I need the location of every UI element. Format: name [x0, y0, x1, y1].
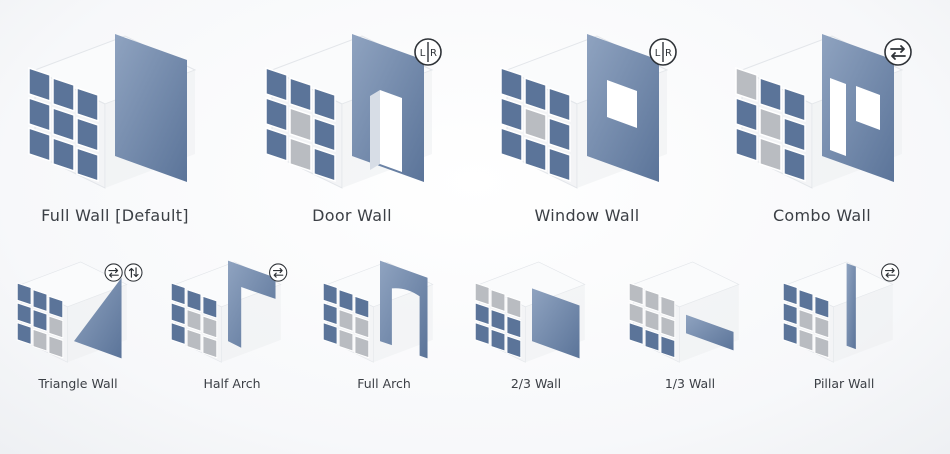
wall-option-pillar-wall[interactable]: Pillar Wall: [774, 258, 914, 398]
door-side-toggle[interactable]: LR: [649, 38, 677, 66]
wall-option-full-wall[interactable]: Full Wall [Default]: [15, 30, 215, 235]
wall-option-label: Triangle Wall: [38, 376, 118, 391]
swap-horizontal-icon[interactable]: [881, 263, 900, 282]
svg-text:R: R: [430, 48, 437, 59]
svg-text:L: L: [420, 48, 426, 59]
full-arch-icon: [322, 260, 434, 363]
wall-option-label: Combo Wall: [772, 206, 872, 225]
wall-option-triangle-wall[interactable]: Triangle Wall: [8, 258, 148, 398]
door-leaf: [370, 90, 380, 170]
wall-option-label: 1/3 Wall: [664, 376, 716, 391]
full-wall-icon: [28, 34, 197, 189]
wall-option-label: Full Wall [Default]: [41, 206, 189, 225]
door-opening: [380, 90, 402, 172]
wall-option-label: Pillar Wall: [813, 376, 875, 391]
window-wall-icon: LR: [500, 34, 677, 189]
swap-horizontal-icon[interactable]: [104, 263, 123, 282]
wall-option-label: Half Arch: [203, 376, 261, 391]
wall-option-combo-wall[interactable]: Combo Wall: [722, 30, 922, 235]
wall-option-label: Door Wall: [312, 206, 392, 225]
wall-option-full-arch[interactable]: Full Arch: [314, 258, 454, 398]
wall-option-door-wall[interactable]: LR Door Wall: [252, 30, 452, 235]
wall-option-two-thirds-wall[interactable]: 2/3 Wall: [466, 258, 606, 398]
wall-option-label: 2/3 Wall: [510, 376, 562, 391]
two-thirds-wall-icon: [474, 261, 586, 363]
swap-horizontal-icon[interactable]: [269, 263, 288, 282]
wall-panel: [115, 34, 187, 182]
wall-option-window-wall[interactable]: LR Window Wall: [487, 30, 687, 235]
triangle-wall-icon: [16, 261, 143, 363]
swap-vertical-icon[interactable]: [124, 263, 143, 282]
wall-option-half-arch[interactable]: Half Arch: [162, 258, 302, 398]
combo-wall-icon: [735, 34, 912, 189]
pillar-wall-icon: [782, 261, 900, 363]
door-opening: [830, 78, 846, 156]
wall-option-label: Full Arch: [357, 376, 411, 391]
svg-text:R: R: [665, 48, 672, 59]
door-side-toggle[interactable]: LR: [414, 38, 442, 66]
wall-option-label: Window Wall: [534, 206, 640, 225]
wall-panel: [846, 263, 856, 350]
half-arch-icon: [170, 260, 288, 363]
svg-text:L: L: [655, 48, 661, 59]
door-wall-icon: LR: [265, 34, 442, 189]
one-third-wall-icon: [628, 261, 740, 363]
swap-horizontal-icon[interactable]: [884, 38, 912, 66]
wall-option-one-third-wall[interactable]: 1/3 Wall: [620, 258, 760, 398]
